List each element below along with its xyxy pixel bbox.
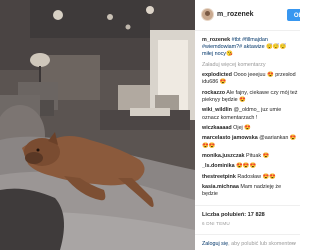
login-suffix: , aby polubić lub skomentow [228,241,296,247]
likes-count[interactable]: Liczba polubień: 17 828 [202,212,265,218]
comment-text-cont: idu686 😍 [202,79,227,86]
post-date: 6 DNI TEMU [202,221,230,226]
login-link[interactable]: Zaloguj się [202,241,228,247]
more-options-icon[interactable]: ··· [289,240,296,247]
comment-text: 😍😍😍 [236,163,257,170]
comment-username[interactable]: rockazzo [202,90,225,96]
post-side-panel: m_rozenek Ob m_rozenek #tbt #fillmajdan … [195,0,300,250]
comment-item: explodicted Oooo jeeejuu 😍 przesłod idu6… [202,72,298,86]
comment-item: _ls.dominika 😍😍😍 [202,163,298,170]
comment-item: wiczkaaaad Ojej 😍 [202,125,298,132]
load-more-comments-link[interactable]: Załaduj więcej komentarzy [202,62,298,69]
comment-username[interactable]: monika.juszczak [202,153,245,159]
comment-username[interactable]: _ls.dominika [202,163,235,169]
comments-list: m_rozenek #tbt #fillmajdan #wiemdowiam?#… [202,37,298,207]
divider [195,234,300,235]
login-prompt: Zaloguj się, aby polubić lub skomentow [202,241,296,247]
comment-username[interactable]: wiczkaaaad [202,125,232,131]
post-footer: Liczba polubień: 17 828 6 DNI TEMU Zalog… [195,205,300,250]
post-header: m_rozenek Ob [195,0,300,31]
comment-text: Pituak 😍 [246,152,270,159]
caption: m_rozenek #tbt #fillmajdan #wiemdowiam?#… [202,37,298,59]
comment-item: rockazzo Ale fajny, ciekawe czy mój też … [202,90,298,104]
header-username[interactable]: m_rozenek [217,11,254,18]
comment-item: monika.juszczak Pituak 😍 [202,153,298,160]
comment-item: marcelasto jamowska @aariankan 😍😍😍 [202,135,298,149]
follow-button[interactable]: Ob [287,9,300,21]
comment-username[interactable]: kasia.michnaa [202,184,239,190]
comment-text: Radosław 😍😍 [237,173,276,180]
comment-text: Oooo jeeejuu 😍 przesłod [233,72,296,79]
comment-item: wiki_wildlin @_oldmo_ juz umie oznacz ko… [202,107,298,121]
caption-username[interactable]: m_rozenek [202,37,230,43]
comment-username[interactable]: marcelasto jamowska [202,135,258,141]
instagram-post-embed: m_rozenek Ob m_rozenek #tbt #fillmajdan … [0,0,300,250]
post-photo-image [0,0,195,250]
comment-username[interactable]: thestreetpink [202,174,236,180]
comment-username[interactable]: explodicted [202,72,232,78]
comment-text: Ojej 😍 [233,124,251,131]
post-photo[interactable] [0,0,195,250]
comment-item: kasia.michnaa Mam nadzieję że będzie [202,184,298,198]
comment-username[interactable]: wiki_wildlin [202,107,232,113]
comment-item: thestreetpink Radosław 😍😍 [202,174,298,181]
avatar[interactable] [202,9,213,20]
